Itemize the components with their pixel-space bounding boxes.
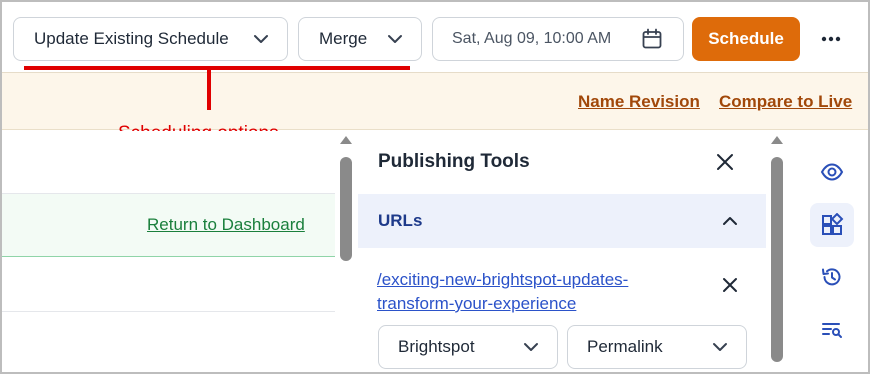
content-row [2,131,335,194]
chevron-down-icon [713,343,727,351]
chevron-down-icon [254,35,268,43]
annotation-pointer [207,68,211,110]
name-revision-link[interactable]: Name Revision [578,92,700,112]
url-type-select-value: Permalink [587,337,663,356]
close-icon[interactable] [714,151,736,173]
scrollbar-thumb[interactable] [771,157,783,362]
more-options-button[interactable] [814,26,848,52]
publishing-tools-button[interactable] [810,203,854,247]
scroll-up-arrow[interactable] [340,136,352,144]
chevron-down-icon [524,343,538,351]
merge-mode-label: Merge [319,29,368,48]
content-panel: Return to Dashboard [2,131,335,372]
publishing-tools-scrollbar[interactable] [768,136,786,372]
schedule-button[interactable]: Schedule [692,17,800,61]
site-select[interactable]: Brightspot [378,325,558,369]
more-horizontal-icon [821,36,841,42]
content-row [2,257,335,312]
urls-section-label: URLs [378,211,423,230]
schedule-datetime-picker[interactable]: Sat, Aug 09, 10:00 AM [432,17,684,61]
schedule-datetime-value: Sat, Aug 09, 10:00 AM [452,30,612,47]
widgets-icon [822,213,844,235]
schedule-mode-dropdown[interactable]: Update Existing Schedule [13,17,288,61]
panel-title: Publishing Tools [378,151,530,172]
publishing-tools-panel: Publishing Tools URLs /exciting-new-brig… [358,131,766,372]
annotation-bracket [24,66,410,70]
scroll-up-arrow[interactable] [771,136,783,144]
schedule-mode-label: Update Existing Schedule [34,29,229,48]
history-icon [822,268,841,286]
compare-to-live-link[interactable]: Compare to Live [719,92,852,112]
tool-rail [788,131,868,372]
search-list-button[interactable] [810,308,854,352]
merge-mode-dropdown[interactable]: Merge [298,17,422,61]
search-list-icon [822,323,842,338]
scrollbar-thumb[interactable] [340,157,352,261]
content-scrollbar[interactable] [337,136,355,372]
preview-button[interactable] [810,150,854,194]
site-select-value: Brightspot [398,337,475,356]
content-row-highlighted: Return to Dashboard [2,194,335,257]
app-window: Update Existing Schedule Merge Sat, Aug … [0,0,870,374]
remove-url-icon[interactable] [720,275,740,295]
return-to-dashboard-link[interactable]: Return to Dashboard [147,215,305,235]
chevron-up-icon [723,217,737,225]
urls-section-header[interactable]: URLs [358,194,766,248]
revision-bar: Name Revision Compare to Live [2,73,868,130]
revision-history-button[interactable] [810,255,854,299]
eye-icon [820,163,844,181]
url-type-select[interactable]: Permalink [567,325,747,369]
calendar-icon [642,28,662,49]
permalink-url[interactable]: /exciting-new-brightspot-updates-transfo… [377,268,687,316]
chevron-down-icon [388,35,402,43]
top-toolbar: Update Existing Schedule Merge Sat, Aug … [2,2,868,73]
